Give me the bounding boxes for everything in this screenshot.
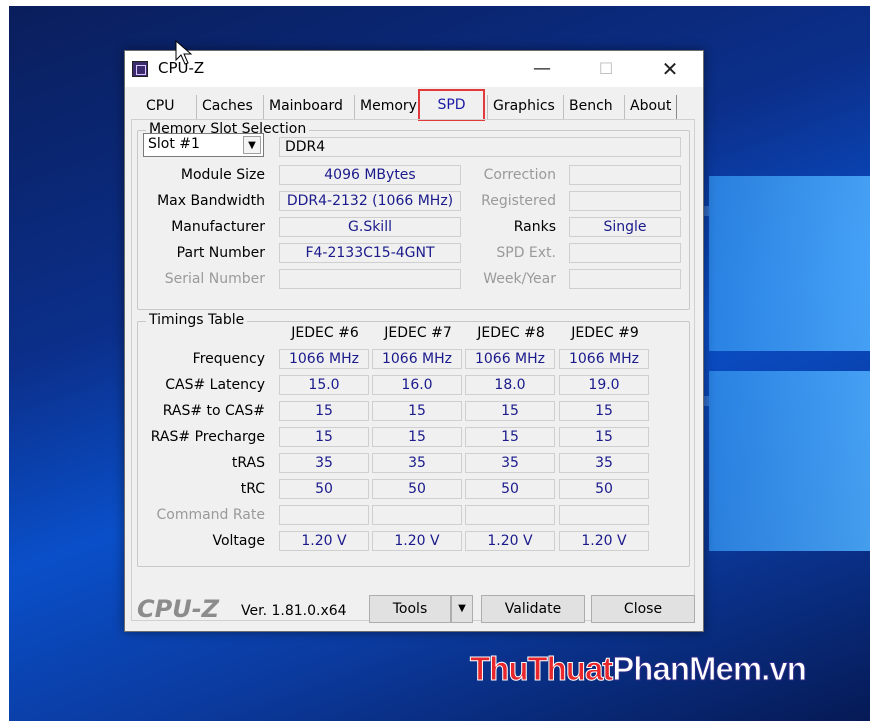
timings-cell: 15 [559, 401, 649, 421]
timings-cell: 1.20 V [372, 531, 462, 551]
timings-cell: 1.20 V [279, 531, 369, 551]
spd-ext-value [569, 243, 681, 263]
timings-cell [372, 505, 462, 525]
timings-cell [465, 505, 555, 525]
version-label: Ver. 1.81.0.x64 [241, 603, 347, 619]
timings-cell: 35 [372, 453, 462, 473]
timings-cell: 35 [465, 453, 555, 473]
timings-cell: 18.0 [465, 375, 555, 395]
timings-cell [559, 505, 649, 525]
timings-cell: 50 [279, 479, 369, 499]
timings-cell: 35 [279, 453, 369, 473]
tab-cpu[interactable]: CPU [141, 95, 179, 119]
chevron-down-icon[interactable]: ▼ [243, 136, 261, 154]
timings-cell: 1066 MHz [372, 349, 462, 369]
close-window-button[interactable]: ✕ [647, 51, 693, 87]
serial-number-label: Serial Number [164, 271, 265, 287]
timings-row-label: CAS# Latency [165, 377, 265, 393]
serial-number-value [279, 269, 461, 289]
tab-about[interactable]: About [624, 95, 678, 119]
tab-graphics[interactable]: Graphics [487, 95, 560, 119]
tools-button[interactable]: Tools [369, 595, 451, 623]
slot-dropdown[interactable]: Slot #1 ▼ [143, 133, 264, 157]
timings-row-label: tRC [240, 481, 265, 497]
max-bandwidth-value: DDR4-2132 (1066 MHz) [279, 191, 461, 211]
title-bar[interactable]: CPU-Z — ☐ ✕ [125, 51, 703, 87]
tab-memory[interactable]: Memory [354, 95, 422, 119]
manufacturer-value: G.Skill [279, 217, 461, 237]
watermark-logo: ThuThuatPhanMem.vn [469, 650, 808, 688]
ranks-label: Ranks [513, 219, 556, 235]
timings-table-group-title: Timings Table [146, 312, 248, 328]
manufacturer-label: Manufacturer [171, 219, 265, 235]
max-bandwidth-label: Max Bandwidth [157, 193, 265, 209]
timings-cell: 15 [279, 427, 369, 447]
slot-dropdown-value: Slot #1 [148, 136, 200, 152]
tab-mainboard[interactable]: Mainboard [263, 95, 348, 119]
cpuz-brand-logo: CPU-Z [137, 595, 220, 623]
registered-label: Registered [481, 193, 556, 209]
timings-cell: 15 [372, 401, 462, 421]
module-size-label: Module Size [180, 167, 265, 183]
tab-spd[interactable]: SPD [418, 89, 485, 121]
timings-cell: 1.20 V [559, 531, 649, 551]
tab-bench[interactable]: Bench [563, 95, 618, 119]
timings-cell: 15 [465, 401, 555, 421]
module-size-value: 4096 MBytes [279, 165, 461, 185]
cpuz-window: CPU-Z — ☐ ✕ CPU Caches Mainboard Memory … [124, 50, 704, 632]
timings-cell: 35 [559, 453, 649, 473]
memory-type-field: DDR4 [279, 137, 681, 157]
timings-cell: 15 [372, 427, 462, 447]
maximize-button[interactable]: ☐ [583, 51, 629, 87]
part-number-label: Part Number [176, 245, 265, 261]
timings-row-label: RAS# to CAS# [162, 403, 265, 419]
timings-cell: 19.0 [559, 375, 649, 395]
window-body: CPU Caches Mainboard Memory SPD Graphics… [125, 87, 703, 631]
timings-cell: 15 [279, 401, 369, 421]
timings-cell: 16.0 [372, 375, 462, 395]
timings-cell: 50 [372, 479, 462, 499]
timings-cell: 1066 MHz [559, 349, 649, 369]
validate-button[interactable]: Validate [481, 595, 585, 623]
windows-logo-pane [709, 176, 870, 351]
timings-cell: 50 [559, 479, 649, 499]
timings-cell: 1.20 V [465, 531, 555, 551]
timings-column-header: JEDEC #7 [384, 325, 452, 341]
week-year-value [569, 269, 681, 289]
part-number-value: F4-2133C15-4GNT [279, 243, 461, 263]
cpuz-app-icon [132, 61, 148, 77]
timings-cell: 1066 MHz [465, 349, 555, 369]
timings-cell: 1066 MHz [279, 349, 369, 369]
spd-tab-panel: Memory Slot Selection Slot #1 ▼ DDR4 Mod… [131, 119, 695, 621]
ranks-value: Single [569, 217, 681, 237]
timings-row-label: tRAS [231, 455, 265, 471]
close-button[interactable]: Close [591, 595, 695, 623]
timings-column-header: JEDEC #9 [571, 325, 639, 341]
week-year-label: Week/Year [483, 271, 556, 287]
minimize-button[interactable]: — [519, 51, 565, 87]
timings-cell: 15 [559, 427, 649, 447]
timings-cell: 15.0 [279, 375, 369, 395]
correction-value [569, 165, 681, 185]
timings-row-label: RAS# Precharge [150, 429, 265, 445]
timings-row-label: Command Rate [156, 507, 265, 523]
tools-dropdown-arrow[interactable]: ▼ [451, 595, 473, 623]
mouse-cursor-icon [175, 40, 193, 65]
watermark-part-2: PhanMem [612, 650, 763, 688]
watermark-part-1: ThuThuat [469, 650, 613, 688]
timings-row-label: Voltage [212, 533, 265, 549]
timings-row-label: Frequency [192, 351, 265, 367]
watermark-part-3: .vn [761, 650, 808, 688]
correction-label: Correction [483, 167, 556, 183]
tab-caches[interactable]: Caches [196, 95, 258, 119]
timings-column-header: JEDEC #8 [477, 325, 545, 341]
timings-column-header: JEDEC #6 [291, 325, 359, 341]
windows-logo-pane [709, 371, 870, 551]
spd-ext-label: SPD Ext. [496, 245, 556, 261]
timings-cell: 15 [465, 427, 555, 447]
registered-value [569, 191, 681, 211]
timings-cell: 50 [465, 479, 555, 499]
timings-cell [279, 505, 369, 525]
footer-bar: CPU-Z Ver. 1.81.0.x64 Tools ▼ Validate C… [125, 587, 703, 631]
